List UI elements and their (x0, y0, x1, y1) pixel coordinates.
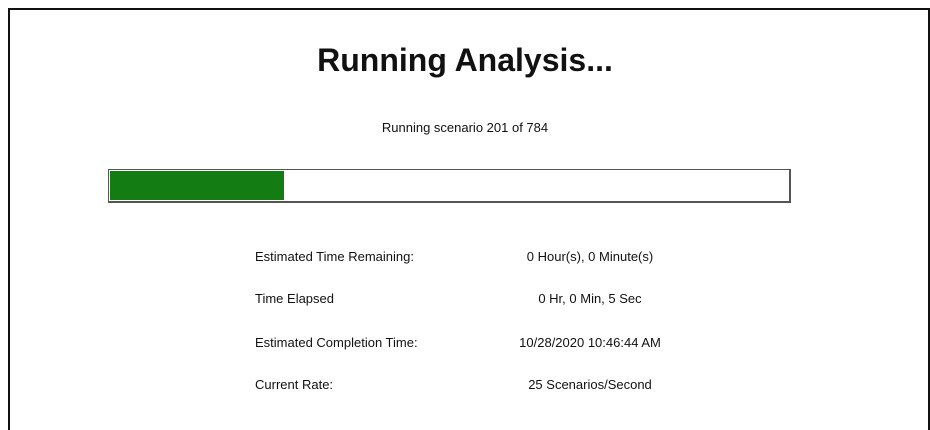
stat-row-time-elapsed: Time Elapsed 0 Hr, 0 Min, 5 Sec (0, 291, 930, 311)
status-text: Running scenario 201 of 784 (381, 120, 549, 135)
stat-value: 0 Hr, 0 Min, 5 Sec (538, 291, 642, 306)
stat-row-completion-time: Estimated Completion Time: 10/28/2020 10… (0, 335, 930, 355)
progress-bar-fill (110, 171, 284, 200)
stat-label: Current Rate: (255, 377, 334, 392)
stat-label: Estimated Completion Time: (255, 335, 418, 350)
stat-row-current-rate: Current Rate: 25 Scenarios/Second (0, 377, 930, 397)
stat-label: Time Elapsed (255, 291, 334, 306)
stat-value: 25 Scenarios/Second (528, 377, 652, 392)
stat-value: 10/28/2020 10:46:44 AM (519, 335, 661, 350)
stat-row-time-remaining: Estimated Time Remaining: 0 Hour(s), 0 M… (0, 249, 930, 269)
stat-label: Estimated Time Remaining: (255, 249, 414, 264)
progress-bar (108, 169, 791, 203)
stat-value: 0 Hour(s), 0 Minute(s) (526, 249, 654, 264)
page-title: Running Analysis... (317, 42, 613, 78)
